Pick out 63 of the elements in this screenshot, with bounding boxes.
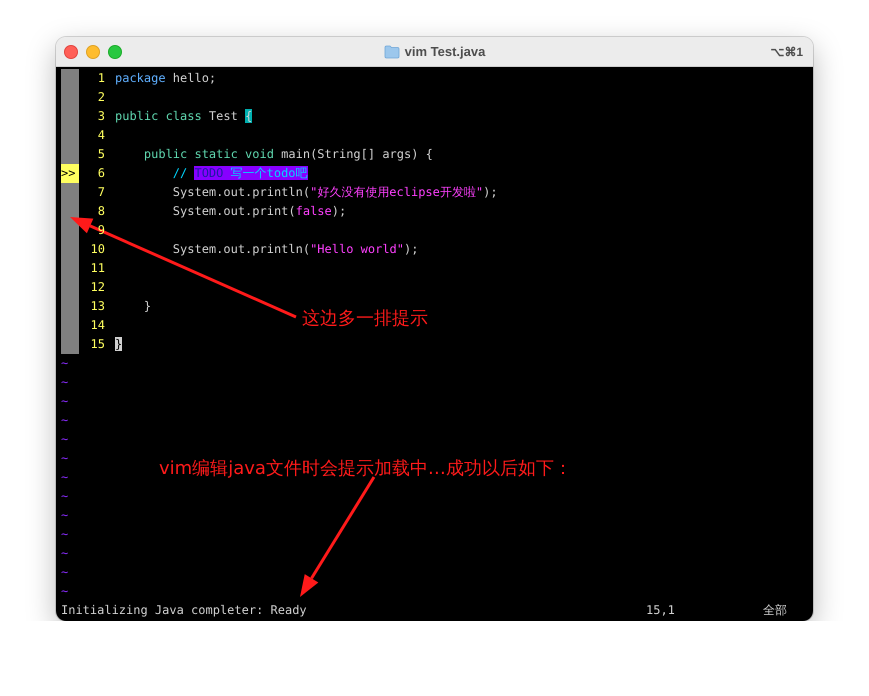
shortcut-label: ⌥⌘1 <box>770 44 804 58</box>
todo-highlight: TODO <box>194 166 224 180</box>
code-text: hello; <box>172 71 216 85</box>
status-message: Initializing Java completer: Ready <box>61 602 308 619</box>
empty-line-marker: ~ <box>61 564 68 581</box>
code-text: Test <box>208 109 239 123</box>
line-number: 11 <box>90 260 105 277</box>
line-number: 6 <box>96 165 105 182</box>
empty-line-marker: ~ <box>61 507 68 524</box>
text-cursor: } <box>115 337 122 351</box>
todo-highlight: 写一个todo吧 <box>223 166 308 180</box>
comment-text: // <box>172 166 188 180</box>
empty-line-marker: ~ <box>61 374 68 391</box>
sign-column <box>61 69 79 88</box>
string-literal: "好久没有使用eclipse开发啦" <box>310 185 484 199</box>
line-number: 7 <box>96 184 105 201</box>
annotation-text: vim编辑java文件时会提示加载中…成功以后如下： <box>159 457 572 480</box>
line-number: 3 <box>96 108 105 125</box>
line-number: 10 <box>90 241 105 258</box>
code-text: System.out.println( <box>172 242 310 256</box>
empty-line-marker: ~ <box>61 545 68 562</box>
empty-line-marker: ~ <box>61 431 68 448</box>
code-text: ); <box>332 204 346 218</box>
code-text: ); <box>483 185 498 199</box>
empty-line-marker: ~ <box>61 412 68 429</box>
keyword-text: package <box>115 71 166 85</box>
line-number: 5 <box>96 146 105 163</box>
close-button[interactable] <box>64 44 78 58</box>
sign-marker: >> <box>61 164 79 183</box>
empty-line-marker: ~ <box>61 355 68 372</box>
keyword-text: public static void <box>142 147 274 161</box>
line-number: 14 <box>90 317 105 334</box>
code-text: main(String[] args) { <box>280 147 433 161</box>
zoom-button[interactable] <box>108 44 122 58</box>
line-number: 15 <box>90 336 105 353</box>
line-number: 13 <box>90 298 105 315</box>
code-text: System.out.print( <box>172 204 296 218</box>
sign-column <box>61 145 79 164</box>
code-text: System.out.println( <box>172 185 310 199</box>
annotation-text: 这边多一排提示 <box>302 307 428 330</box>
empty-line-marker: ~ <box>61 393 68 410</box>
sign-column <box>61 335 79 354</box>
code-text: ); <box>404 242 418 256</box>
empty-line-marker: ~ <box>61 583 68 600</box>
line-number: 2 <box>96 89 105 106</box>
line-number: 8 <box>96 203 105 220</box>
code-text: } <box>142 299 152 313</box>
line-number: 1 <box>96 70 105 87</box>
constant-text: false <box>296 204 332 218</box>
line-number: 12 <box>90 279 105 296</box>
keyword-text: public class <box>115 109 202 123</box>
cursor-position: 15,1 <box>646 602 676 619</box>
folder-icon <box>384 44 400 58</box>
scroll-position: 全部 <box>763 602 787 619</box>
empty-line-marker: ~ <box>61 469 68 486</box>
empty-line-marker: ~ <box>61 526 68 543</box>
window-title: vim Test.java <box>404 44 486 59</box>
empty-line-marker: ~ <box>61 488 68 505</box>
minimize-button[interactable] <box>86 44 100 58</box>
string-literal: "Hello world" <box>310 242 404 256</box>
empty-line-marker: ~ <box>61 450 68 467</box>
line-number: 4 <box>96 127 105 144</box>
matched-brace: { <box>245 109 252 123</box>
